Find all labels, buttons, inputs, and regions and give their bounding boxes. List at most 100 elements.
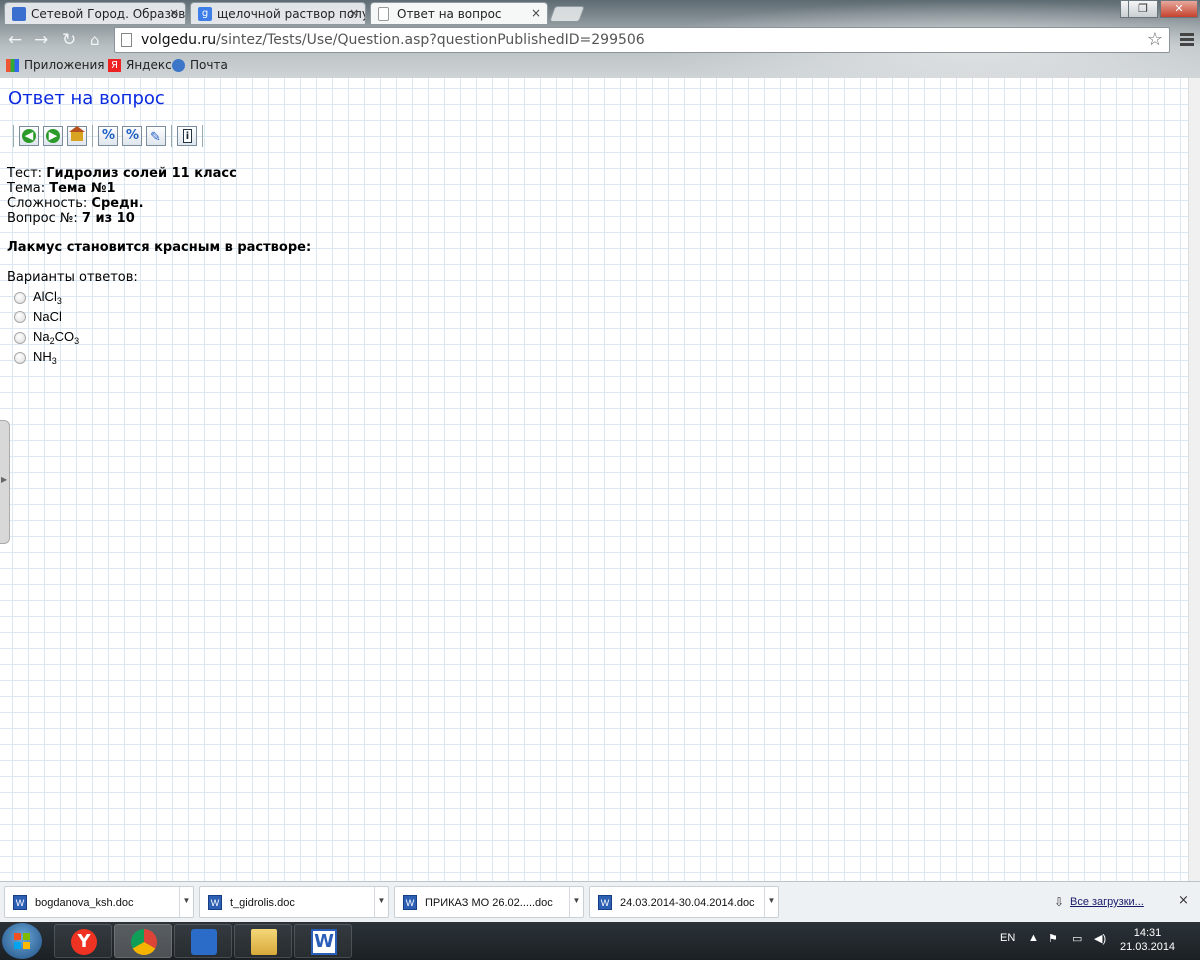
tab-google-search[interactable]: g щелочной раствор полу ×: [190, 2, 366, 24]
url-text: volgedu.ru/sintez/Tests/Use/Question.asp…: [141, 32, 645, 48]
question-text: Лакмус становится красным в растворе:: [7, 240, 312, 255]
info-icon: i: [183, 129, 192, 143]
forward-icon: ▶: [46, 129, 60, 143]
taskbar-chrome[interactable]: [114, 924, 172, 958]
answer-option-4[interactable]: NH3: [14, 349, 57, 366]
taskbar: Y W EN ▲ ⚑ ▭ ◀) 14:31 21.03.2014: [0, 922, 1200, 960]
download-item[interactable]: W t_gidrolis.doc ▼: [199, 886, 389, 918]
option-label: NaCl: [33, 309, 62, 324]
radio-button[interactable]: [14, 310, 26, 323]
word-doc-icon: W: [598, 895, 612, 910]
answer-option-3[interactable]: Na2CO3: [14, 329, 79, 346]
home-button[interactable]: ⌂: [90, 31, 100, 49]
info-button[interactable]: i: [177, 126, 197, 146]
new-tab-button[interactable]: [549, 6, 585, 22]
restore-button[interactable]: ❐: [1128, 0, 1158, 18]
side-panel-handle[interactable]: ▶: [0, 420, 10, 544]
apps-icon: [6, 58, 19, 72]
bookmarks-bar: Приложения Я Яндекс Почта: [0, 56, 1200, 76]
home-icon: [69, 126, 85, 141]
google-icon: g: [198, 7, 212, 21]
forward-button[interactable]: →: [34, 31, 48, 49]
back-button[interactable]: ◀: [19, 126, 39, 146]
percent-icon: %: [102, 128, 116, 143]
topic-info: Тема: Тема №1: [7, 181, 116, 196]
toolbar-separator: [92, 125, 93, 147]
reload-button[interactable]: ↻: [62, 31, 76, 49]
tab-title: щелочной раствор полу: [217, 7, 366, 21]
tab-close-icon[interactable]: ×: [169, 6, 179, 20]
chrome-menu-icon[interactable]: [1180, 33, 1194, 48]
network-city-icon: [12, 7, 26, 21]
results-button[interactable]: %: [98, 126, 118, 146]
bookmark-star-icon[interactable]: ☆: [1147, 29, 1163, 50]
forward-button[interactable]: ▶: [43, 126, 63, 146]
close-icon[interactable]: ×: [1178, 893, 1189, 908]
test-toolbar: ◀ ▶ % % ✎ i: [10, 125, 206, 147]
page-icon: [378, 7, 389, 21]
file-explorer-icon: [251, 929, 277, 955]
page-content: Ответ на вопрос ◀ ▶ % % ✎ i Тест: Гидрол…: [0, 78, 1188, 881]
address-bar[interactable]: volgedu.ru/sintez/Tests/Use/Question.asp…: [114, 27, 1170, 53]
radio-button[interactable]: [14, 331, 26, 344]
taskbar-yandex[interactable]: Y: [54, 924, 112, 958]
browser-toolbar: ← → ↻ ⌂ volgedu.ru/sintez/Tests/Use/Ques…: [0, 24, 1200, 56]
radio-button[interactable]: [14, 291, 26, 304]
pencil-icon: ✎: [150, 130, 161, 145]
download-item[interactable]: W 24.03.2014-30.04.2014.doc ▼: [589, 886, 779, 918]
word-doc-icon: W: [13, 895, 27, 910]
download-item[interactable]: W ПРИКАЗ МО 26.02.....doc ▼: [394, 886, 584, 918]
toolbar-separator: [171, 125, 172, 147]
bookmark-mail[interactable]: Почта: [172, 58, 228, 72]
close-window-button[interactable]: ✕: [1160, 0, 1198, 18]
back-icon: ◀: [22, 129, 36, 143]
start-button[interactable]: [2, 923, 42, 959]
answer-option-1[interactable]: AlCl3: [14, 289, 62, 306]
back-button[interactable]: ←: [8, 31, 22, 49]
yandex-browser-icon: Y: [71, 929, 97, 955]
toolbar-separator: [13, 125, 14, 147]
percent-alt-icon: %: [126, 128, 140, 143]
statistics-button[interactable]: %: [122, 126, 142, 146]
volume-icon[interactable]: ◀): [1094, 932, 1106, 945]
chevron-down-icon[interactable]: ▼: [764, 887, 778, 917]
apps-grid-icon: [191, 929, 217, 955]
word-icon: W: [311, 929, 337, 955]
bookmark-apps[interactable]: Приложения: [6, 58, 105, 72]
radio-button[interactable]: [14, 351, 26, 364]
tab-close-icon[interactable]: ×: [531, 6, 541, 20]
chevron-down-icon[interactable]: ▼: [374, 887, 388, 917]
taskbar-apps[interactable]: [174, 924, 232, 958]
yandex-icon: Я: [108, 58, 121, 72]
word-doc-icon: W: [208, 895, 222, 910]
mail-icon: [172, 58, 185, 72]
show-hidden-icons-icon[interactable]: ▲: [1028, 932, 1039, 944]
tab-answer[interactable]: Ответ на вопрос ×: [370, 2, 548, 24]
option-label: AlCl3: [33, 289, 62, 306]
question-number-info: Вопрос №: 7 из 10: [7, 211, 135, 226]
difficulty-info: Сложность: Средн.: [7, 196, 144, 211]
download-item[interactable]: W bogdanova_ksh.doc ▼: [4, 886, 194, 918]
download-icon: ⇩: [1054, 895, 1065, 909]
edit-button[interactable]: ✎: [146, 126, 166, 146]
downloads-shelf: W bogdanova_ksh.doc ▼ W t_gidrolis.doc ▼…: [0, 881, 1200, 922]
tab-network-city[interactable]: Сетевой Город. Образов ×: [4, 2, 186, 24]
chevron-down-icon[interactable]: ▼: [569, 887, 583, 917]
answer-option-2[interactable]: NaCl: [14, 309, 62, 324]
all-downloads-link[interactable]: ⇩ Все загрузки...: [1054, 895, 1144, 909]
option-label: NH3: [33, 349, 57, 366]
tab-close-icon[interactable]: ×: [349, 6, 359, 20]
home-button[interactable]: [67, 126, 87, 146]
chevron-down-icon[interactable]: ▼: [179, 887, 193, 917]
vertical-scrollbar[interactable]: [1188, 78, 1200, 881]
network-icon[interactable]: ▭: [1072, 932, 1082, 945]
toolbar-separator: [202, 125, 203, 147]
taskbar-word[interactable]: W: [294, 924, 352, 958]
word-doc-icon: W: [403, 895, 417, 910]
bookmark-yandex[interactable]: Я Яндекс: [108, 58, 172, 72]
action-center-flag-icon[interactable]: ⚑: [1048, 932, 1058, 945]
tab-title: Сетевой Город. Образов: [31, 7, 186, 21]
language-indicator[interactable]: EN: [1000, 932, 1015, 944]
system-clock[interactable]: 14:31 21.03.2014: [1120, 926, 1175, 954]
taskbar-explorer[interactable]: [234, 924, 292, 958]
